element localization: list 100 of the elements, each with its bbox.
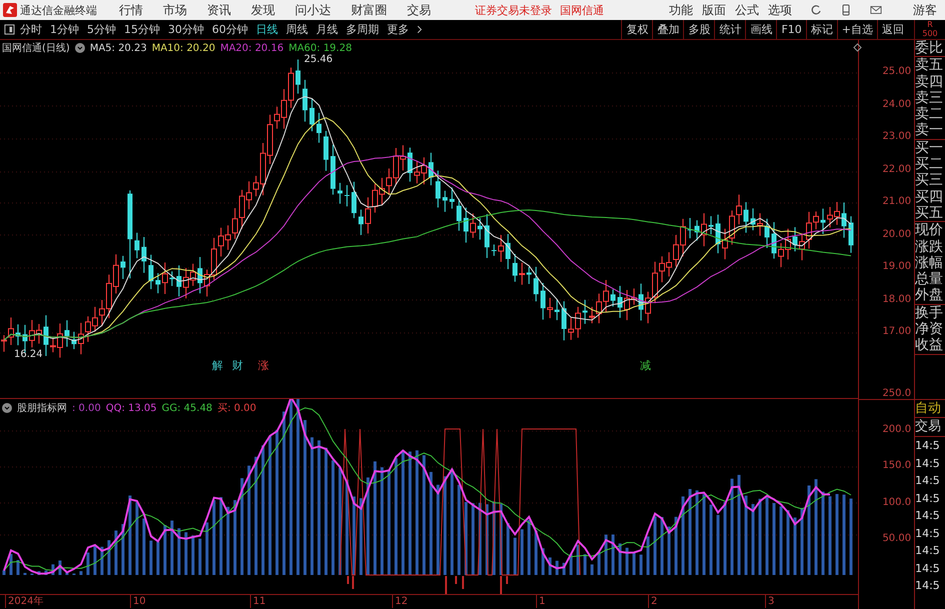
period-tab[interactable]: 更多 bbox=[387, 22, 409, 37]
price-axis-label: 25.00 bbox=[882, 66, 912, 77]
menu-item[interactable]: 公式 bbox=[735, 2, 759, 18]
indicator-axis-label: 200.0 bbox=[882, 424, 912, 436]
low-price-label: 16.24 bbox=[14, 349, 43, 360]
menu-item[interactable]: 市场 bbox=[163, 2, 187, 18]
event-mark[interactable]: 解 bbox=[212, 358, 223, 373]
menu-item[interactable]: 交易 bbox=[407, 2, 431, 18]
date-axis-label: 2 bbox=[648, 595, 658, 608]
menu-item[interactable]: 问小达 bbox=[295, 2, 331, 18]
trade-time: 14:5 bbox=[915, 578, 941, 594]
ma-value: MA5: 20.23 bbox=[90, 42, 147, 54]
price-axis-label: 18.00 bbox=[882, 294, 912, 304]
ma-value: MA60: 19.28 bbox=[288, 42, 352, 54]
period-tab[interactable]: 分时 bbox=[20, 22, 42, 37]
quote-label: 卖一 bbox=[915, 122, 944, 139]
trade-header: 交易 bbox=[915, 418, 945, 437]
date-axis-label: 10 bbox=[130, 595, 146, 608]
app-name: 通达信金融终端 bbox=[20, 2, 97, 18]
price-axis-label: 20.00 bbox=[882, 228, 912, 240]
event-mark[interactable]: 涨 bbox=[258, 358, 269, 373]
panel-toggle-icon[interactable] bbox=[4, 24, 15, 35]
user-label[interactable]: 游客 bbox=[913, 2, 937, 18]
level-badge: R 500 bbox=[914, 20, 945, 39]
menu-item[interactable]: 版面 bbox=[702, 2, 726, 18]
price-axis-label: 22.00 bbox=[882, 164, 912, 174]
event-mark[interactable]: 财 bbox=[232, 358, 243, 373]
price-axis-label: 24.00 bbox=[882, 98, 912, 110]
high-price-label: 25.46 bbox=[304, 54, 333, 65]
quote-label: 涨幅 bbox=[915, 254, 944, 272]
trade-time: 14:5 bbox=[915, 456, 941, 472]
chevron-right-icon[interactable] bbox=[417, 25, 422, 34]
phone-icon[interactable] bbox=[840, 4, 852, 16]
trade-time: 14:5 bbox=[915, 508, 941, 524]
indicator-axis-label: 250.0 bbox=[882, 388, 912, 399]
menu-item[interactable]: 选项 bbox=[768, 2, 792, 18]
date-axis-label: 1 bbox=[536, 595, 546, 608]
quote-label: 换手 bbox=[915, 304, 944, 322]
quote-label: 买二 bbox=[915, 156, 944, 172]
date-axis-label: 12 bbox=[392, 595, 408, 608]
event-mark[interactable]: 减 bbox=[640, 358, 651, 373]
indicator-axis-label: 100.0 bbox=[882, 496, 912, 508]
login-status[interactable]: 证券交易未登录 bbox=[475, 2, 552, 18]
price-axis-label: 23.00 bbox=[882, 131, 912, 142]
period-tab[interactable]: 30分钟 bbox=[168, 22, 204, 37]
quote-label: 外盘 bbox=[915, 287, 944, 304]
trade-mode-label[interactable]: 自动 bbox=[915, 400, 945, 418]
period-tab[interactable]: 5分钟 bbox=[87, 22, 116, 37]
period-tab[interactable]: 周线 bbox=[286, 22, 308, 37]
price-axis-label: 19.00 bbox=[882, 261, 912, 272]
trade-time: 14:5 bbox=[915, 526, 941, 542]
trade-time: 14:5 bbox=[915, 473, 941, 489]
quote-label: 买三 bbox=[915, 172, 944, 189]
quote-label: 卖四 bbox=[915, 74, 944, 90]
stock-link[interactable]: 国网信通 bbox=[560, 2, 604, 18]
quote-label: 涨跌 bbox=[915, 238, 944, 255]
quote-label: 净资 bbox=[915, 321, 944, 338]
period-tab[interactable]: 多周期 bbox=[346, 22, 379, 37]
quote-label: 买一 bbox=[915, 140, 944, 156]
menu-item[interactable]: 发现 bbox=[251, 2, 275, 18]
period-tab[interactable]: 15分钟 bbox=[124, 22, 160, 37]
quote-label: 买五 bbox=[915, 204, 944, 222]
date-axis-label: 2024年 bbox=[5, 595, 44, 608]
refresh-icon[interactable] bbox=[810, 4, 822, 16]
menu-item[interactable]: 资讯 bbox=[207, 2, 231, 18]
menu-item[interactable]: 功能 bbox=[669, 2, 693, 18]
indicator-axis-label: 50.00 bbox=[882, 532, 912, 544]
indicator-value: GG: 45.48 bbox=[162, 402, 212, 414]
quote-label: 总量 bbox=[915, 271, 944, 288]
period-tab[interactable]: 60分钟 bbox=[212, 22, 248, 37]
period-tab[interactable]: 1分钟 bbox=[50, 22, 79, 37]
date-axis-label: 3 bbox=[765, 595, 774, 608]
chevron-down-icon[interactable] bbox=[74, 43, 85, 53]
ma-value: MA20: 20.16 bbox=[220, 42, 284, 54]
indicator-name: 股朋指标网 bbox=[17, 402, 67, 416]
menu-item[interactable]: 行情 bbox=[119, 2, 143, 18]
indicator-axis-label: 150.0 bbox=[882, 460, 912, 472]
trade-time: 14:5 bbox=[915, 438, 941, 454]
indicator-value: QQ: 13.05 bbox=[106, 402, 157, 414]
envelope-icon[interactable] bbox=[870, 4, 882, 16]
trade-time: 14:5 bbox=[915, 543, 941, 559]
menu-item[interactable]: 财富圈 bbox=[351, 2, 387, 18]
date-axis-label: 11 bbox=[250, 595, 266, 608]
indicator-value: : 0.00 bbox=[72, 402, 101, 414]
app-logo-icon bbox=[3, 3, 17, 17]
quote-label: 收益 bbox=[915, 337, 944, 354]
quote-label: 卖五 bbox=[915, 57, 944, 74]
chevron-down-icon[interactable] bbox=[2, 403, 12, 414]
chart-title: 国网信通(日线) bbox=[2, 42, 70, 55]
price-axis-label: 21.00 bbox=[882, 196, 912, 207]
quote-label: 委比 bbox=[915, 40, 944, 56]
quote-label: 现价 bbox=[915, 222, 944, 239]
quote-label: 卖三 bbox=[915, 90, 944, 106]
price-axis-label: 17.00 bbox=[882, 326, 912, 337]
period-tab[interactable]: 月线 bbox=[316, 22, 338, 37]
period-tab[interactable]: 日线 bbox=[256, 22, 278, 37]
quote-label: 买四 bbox=[915, 188, 944, 205]
trade-time: 14:5 bbox=[915, 560, 941, 576]
diamond-icon[interactable] bbox=[853, 43, 862, 52]
indicator-value: 买: 0.00 bbox=[217, 402, 256, 416]
